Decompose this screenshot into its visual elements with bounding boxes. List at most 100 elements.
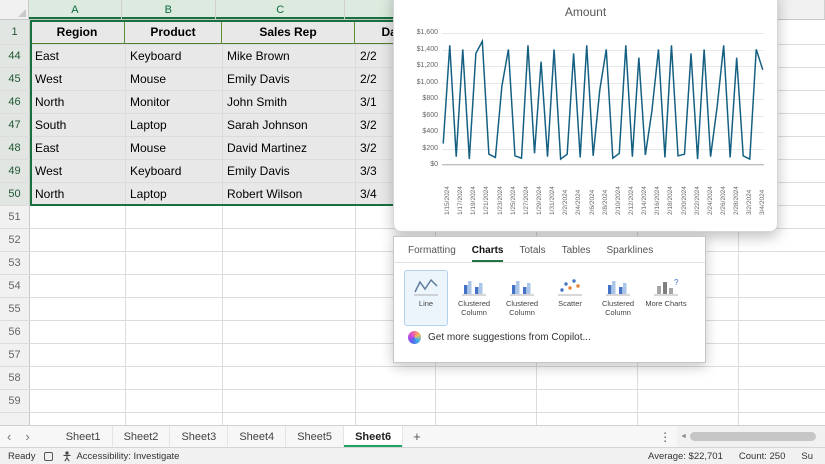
cell[interactable]: North <box>30 91 125 113</box>
more-options-icon[interactable]: ⋮ <box>653 426 677 447</box>
select-all-button[interactable] <box>0 0 29 19</box>
cell[interactable]: Sarah Johnson <box>222 114 355 136</box>
qa-line-chart-button[interactable]: Line <box>404 270 448 326</box>
y-axis-tick-label: $1,200 <box>394 62 438 69</box>
accessibility-status[interactable]: Accessibility: Investigate <box>62 451 179 462</box>
qa-clustered-column-button[interactable]: Clustered Column <box>452 270 496 326</box>
column-header-C[interactable]: C <box>216 0 345 19</box>
cell[interactable]: West <box>30 68 125 90</box>
cell[interactable]: East <box>30 45 125 67</box>
row-header-59[interactable]: 59 <box>0 390 30 412</box>
y-axis-tick-label: $600 <box>394 112 438 119</box>
cell[interactable]: Emily Davis <box>222 68 355 90</box>
row-header-47[interactable]: 47 <box>0 114 30 136</box>
column-header-A[interactable]: A <box>29 0 121 19</box>
row-header-blank[interactable] <box>0 413 30 425</box>
qa-tab-formatting[interactable]: Formatting <box>408 245 456 262</box>
cell[interactable]: David Martinez <box>222 137 355 159</box>
qa-button-label: Clustered Column <box>501 300 543 317</box>
row-header-46[interactable]: 46 <box>0 91 30 113</box>
cell[interactable]: Mouse <box>125 137 222 159</box>
column-header-B[interactable]: B <box>122 0 216 19</box>
x-axis-tick-label: 2/20/2024 <box>681 186 688 215</box>
copilot-suggestion-row[interactable]: Get more suggestions from Copilot... <box>394 328 705 347</box>
horizontal-scrollbar-thumb[interactable] <box>690 432 816 441</box>
status-bar: Ready Accessibility: Investigate Average… <box>0 447 825 464</box>
table-row <box>0 413 825 425</box>
chart-line-series <box>442 33 764 164</box>
cell[interactable]: Region <box>30 20 125 44</box>
row-header-57[interactable]: 57 <box>0 344 30 366</box>
tabbar-spacer <box>431 426 653 447</box>
macro-record-icon[interactable] <box>44 452 53 461</box>
y-axis-tick-label: $200 <box>394 145 438 152</box>
row-header-53[interactable]: 53 <box>0 252 30 274</box>
x-axis-tick-label: 1/25/2024 <box>510 186 517 215</box>
qa-clustered-column-button[interactable]: Clustered Column <box>596 270 640 326</box>
qa-tab-charts[interactable]: Charts <box>472 245 504 262</box>
clustered-column-icon <box>509 275 535 297</box>
x-axis-tick-label: 1/27/2024 <box>523 186 530 215</box>
sheet-nav-prev-icon[interactable]: ‹ <box>0 426 18 447</box>
horizontal-scrollbar[interactable] <box>690 431 822 442</box>
qa-button-label: More Charts <box>645 300 686 309</box>
x-axis-tick-label: 3/2/2024 <box>746 190 753 215</box>
cell[interactable]: Product <box>125 20 222 44</box>
qa-tab-sparklines[interactable]: Sparklines <box>607 245 654 262</box>
qa-tab-tables[interactable]: Tables <box>562 245 591 262</box>
row-header-1[interactable]: 1 <box>0 20 30 44</box>
cell[interactable]: South <box>30 114 125 136</box>
qa-tab-totals[interactable]: Totals <box>519 245 545 262</box>
cell[interactable]: North <box>30 183 125 205</box>
x-axis-tick-label: 3/4/2024 <box>759 190 766 215</box>
row-header-45[interactable]: 45 <box>0 68 30 90</box>
sheet-tab-sheet2[interactable]: Sheet2 <box>113 426 171 447</box>
cell[interactable]: John Smith <box>222 91 355 113</box>
cell[interactable]: Laptop <box>125 114 222 136</box>
sheet-tab-sheet5[interactable]: Sheet5 <box>286 426 344 447</box>
cell[interactable]: Monitor <box>125 91 222 113</box>
cell[interactable]: Sales Rep <box>222 20 355 44</box>
accessibility-label: Accessibility: Investigate <box>76 451 179 462</box>
row-header-56[interactable]: 56 <box>0 321 30 343</box>
chart-title: Amount <box>394 5 777 19</box>
sheet-tab-sheet4[interactable]: Sheet4 <box>228 426 286 447</box>
cell[interactable]: West <box>30 160 125 182</box>
hscroll-left-icon[interactable]: ◄ <box>680 433 687 440</box>
qa-more-charts-button[interactable]: ?More Charts <box>644 270 688 326</box>
line-chart-icon <box>413 275 439 297</box>
cell[interactable]: Mike Brown <box>222 45 355 67</box>
cell[interactable]: Keyboard <box>125 160 222 182</box>
quick-analysis-chart-buttons: LineClustered ColumnClustered ColumnScat… <box>394 263 705 328</box>
add-sheet-button[interactable]: + <box>403 426 431 447</box>
row-header-44[interactable]: 44 <box>0 45 30 67</box>
chart-x-axis-labels: 1/15/20241/17/20241/19/20241/21/20241/23… <box>442 165 764 223</box>
row-header-50[interactable]: 50 <box>0 183 30 205</box>
cell[interactable]: East <box>30 137 125 159</box>
cell[interactable]: Laptop <box>125 183 222 205</box>
cell[interactable]: Robert Wilson <box>222 183 355 205</box>
cell[interactable]: Emily Davis <box>222 160 355 182</box>
row-header-58[interactable]: 58 <box>0 367 30 389</box>
sheet-tab-sheet1[interactable]: Sheet1 <box>55 426 113 447</box>
sheet-tab-sheet6[interactable]: Sheet6 <box>344 426 403 447</box>
qa-scatter-chart-button[interactable]: Scatter <box>548 270 592 326</box>
row-header-54[interactable]: 54 <box>0 275 30 297</box>
row-header-49[interactable]: 49 <box>0 160 30 182</box>
y-axis-tick-label: $400 <box>394 128 438 135</box>
row-header-51[interactable]: 51 <box>0 206 30 228</box>
qa-clustered-column-button[interactable]: Clustered Column <box>500 270 544 326</box>
cell[interactable]: Keyboard <box>125 45 222 67</box>
x-axis-tick-label: 2/18/2024 <box>667 186 674 215</box>
row-header-55[interactable]: 55 <box>0 298 30 320</box>
copilot-icon <box>408 331 421 344</box>
cell[interactable]: Mouse <box>125 68 222 90</box>
row-header-52[interactable]: 52 <box>0 229 30 251</box>
x-axis-tick-label: 2/26/2024 <box>720 186 727 215</box>
scatter-chart-icon <box>557 275 583 297</box>
sheet-nav-next-icon[interactable]: › <box>18 426 36 447</box>
y-axis-tick-label: $1,000 <box>394 79 438 86</box>
y-axis-tick-label: $1,400 <box>394 46 438 53</box>
row-header-48[interactable]: 48 <box>0 137 30 159</box>
sheet-tab-sheet3[interactable]: Sheet3 <box>170 426 228 447</box>
